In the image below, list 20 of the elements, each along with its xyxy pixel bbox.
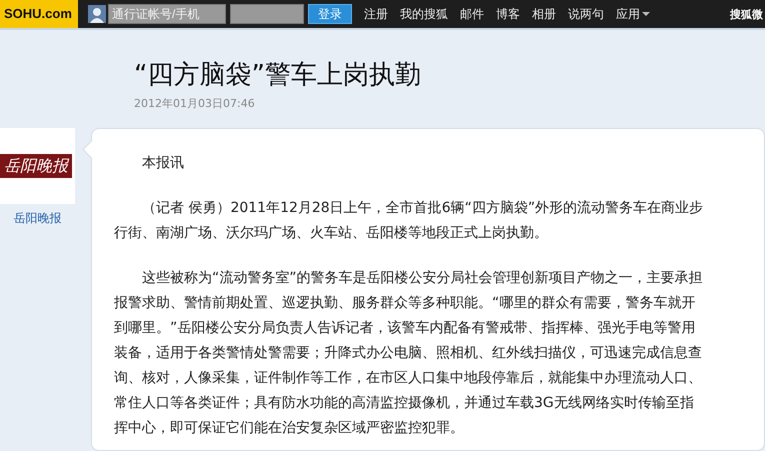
- site-logo[interactable]: SOHU.com: [0, 0, 78, 28]
- paragraph: 这些被称为“流动警务室”的警务车是岳阳楼公安分局社会管理创新项目产物之一，主要承担报警求助、警情前期处置、巡逻执勤、服务群众等多种职能。“哪里的群众有需要，警务车就开到哪里。”岳阳楼公安分局负责人告诉记者，该警车内配备有警戒带、指挥棒、强光手电等警用装备，适用于各类警情处警需要；升降式办公电脑、照相机、红外线扫描仪，可迅速完成信息查询、核对，人像采集，证件制作等工作，在市区人口集中地段停靠后，就能集中办理流动人口、常住人口等各类证件；具有防水功能的高清监控摄像机，并通过车载3G无线网络实时传输至指挥中心，即可保证它们能在治安复杂区域严密监控犯罪。: [114, 269, 704, 438]
- menu-link[interactable]: 应用: [616, 6, 650, 22]
- password-field[interactable]: [230, 4, 304, 24]
- nav-link[interactable]: 博客: [496, 6, 520, 22]
- nav-link[interactable]: 我的搜狐: [400, 6, 448, 22]
- paragraph: （记者 侯勇）2011年12月28日上午，全市首批6辆“四方脑袋”外形的流动警务车在商业步行街、南湖广场、沃尔玛广场、火车站、岳阳楼等地段正式上岗执勤。: [114, 199, 704, 243]
- account-field[interactable]: 通行证帐号/手机: [108, 4, 226, 24]
- weibo-link[interactable]: 搜狐微: [730, 6, 763, 22]
- publish-time: 2012年01月03日07:46: [134, 96, 256, 111]
- nav-link[interactable]: 说两句: [568, 6, 604, 22]
- source-logo[interactable]: 岳阳晚报: [0, 154, 72, 178]
- nav-link[interactable]: 相册: [532, 6, 556, 22]
- user-icon: [88, 5, 106, 23]
- paragraph: 本报讯: [141, 154, 185, 173]
- article-title: “四方脑袋”警车上岗执勤: [134, 59, 422, 92]
- caret-icon: [642, 12, 650, 16]
- nav-link[interactable]: 邮件: [460, 6, 484, 22]
- nav-link[interactable]: 注册: [364, 6, 388, 22]
- source-link[interactable]: 岳阳晚报: [14, 210, 62, 227]
